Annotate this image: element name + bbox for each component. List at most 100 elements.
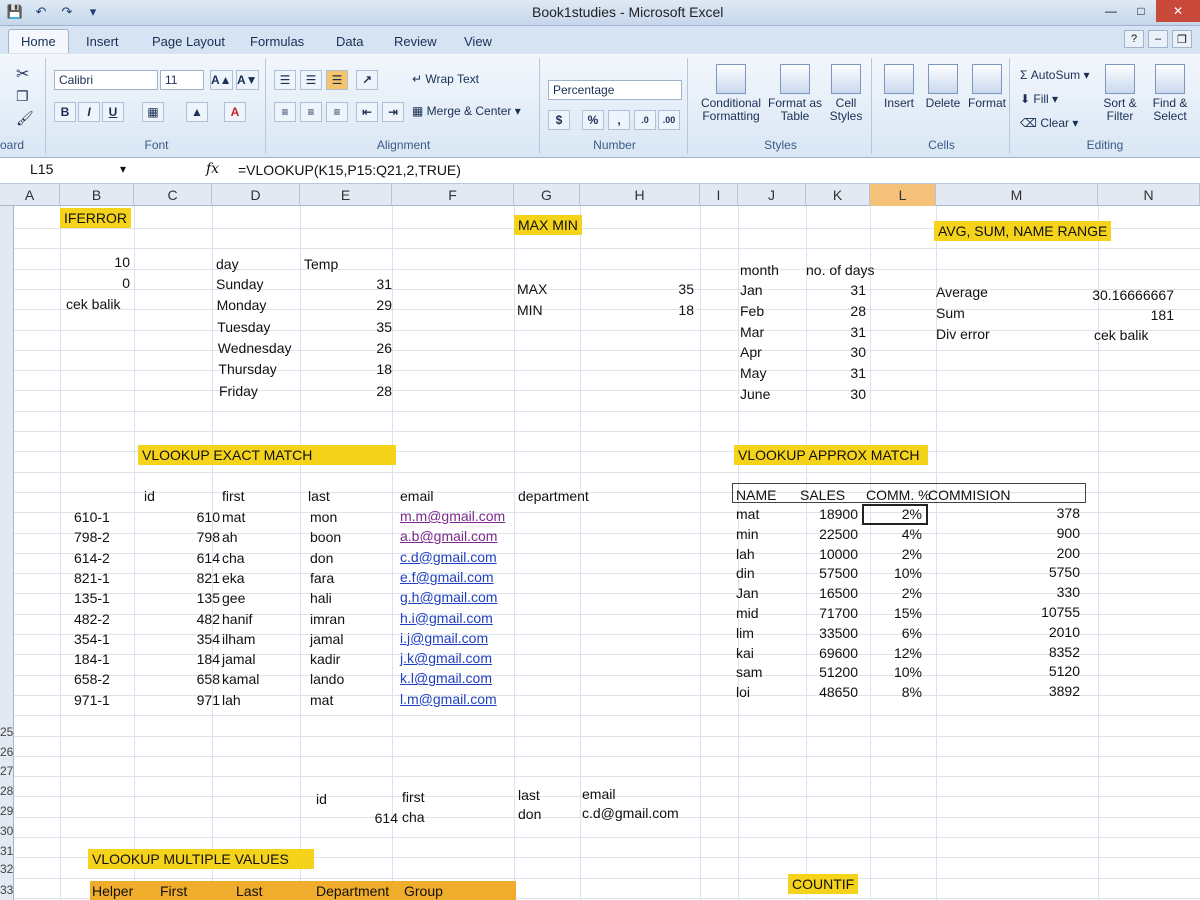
- approx-comm-cell[interactable]: 2%: [862, 545, 922, 563]
- approx-sales-cell[interactable]: 51200: [796, 663, 858, 681]
- exact-last-cell[interactable]: jamal: [310, 630, 343, 648]
- tab-insert[interactable]: Insert: [76, 32, 129, 51]
- font-name-select[interactable]: Calibri: [54, 70, 158, 90]
- column-header-i[interactable]: I: [700, 184, 738, 206]
- exact-key-cell[interactable]: 184-1: [74, 650, 110, 668]
- increase-indent-icon[interactable]: ⇥: [382, 102, 404, 122]
- month-name-cell[interactable]: Jan: [740, 281, 763, 299]
- exact-department-header[interactable]: department: [518, 487, 589, 505]
- sum-label[interactable]: Sum: [936, 304, 965, 322]
- close-icon[interactable]: ✕: [1156, 0, 1200, 22]
- exact-key-cell[interactable]: 482-2: [74, 610, 110, 628]
- iferror-value-2[interactable]: 0: [60, 274, 130, 292]
- approx-commision-cell[interactable]: 900: [980, 524, 1080, 542]
- month-name-cell[interactable]: Feb: [740, 302, 764, 320]
- row-header-32[interactable]: 32: [0, 862, 14, 876]
- row-header-28[interactable]: 28: [0, 784, 14, 798]
- approx-name-cell[interactable]: sam: [736, 663, 762, 681]
- exact-key-cell[interactable]: 821-1: [74, 569, 110, 587]
- approx-commision-cell[interactable]: 200: [980, 544, 1080, 562]
- approx-sales-cell[interactable]: 33500: [796, 624, 858, 642]
- result-id-header[interactable]: id: [316, 790, 327, 808]
- exact-email-link[interactable]: l.m@gmail.com: [400, 690, 497, 708]
- workbook-restore-icon[interactable]: ❐: [1172, 30, 1192, 48]
- max-value[interactable]: 35: [600, 280, 694, 298]
- align-bottom-icon[interactable]: ☰: [326, 70, 348, 90]
- multi-last-header[interactable]: Last: [236, 882, 262, 900]
- column-header-f[interactable]: F: [392, 184, 514, 206]
- multi-group-header[interactable]: Group: [404, 882, 443, 900]
- month-name-cell[interactable]: Apr: [740, 343, 762, 361]
- temp-day-cell[interactable]: Thursday: [218, 360, 276, 378]
- approx-name-cell[interactable]: din: [736, 564, 755, 582]
- font-size-select[interactable]: 11: [160, 70, 204, 90]
- exact-id-cell[interactable]: 821: [140, 569, 220, 587]
- redo-icon[interactable]: ↷: [58, 3, 76, 21]
- approx-comm-cell[interactable]: 8%: [862, 683, 922, 701]
- temp-day-cell[interactable]: Friday: [219, 382, 258, 400]
- exact-first-cell[interactable]: ilham: [222, 630, 255, 648]
- column-header-a[interactable]: A: [0, 184, 60, 206]
- iferror-value-1[interactable]: 10: [60, 253, 130, 271]
- percent-icon[interactable]: %: [582, 110, 604, 130]
- row-header-25[interactable]: 25: [0, 725, 14, 739]
- month-days-cell[interactable]: 30: [800, 343, 866, 361]
- formula-input[interactable]: =VLOOKUP(K15,P15:Q21,2,TRUE): [238, 162, 461, 178]
- tab-data[interactable]: Data: [326, 32, 373, 51]
- vlookup-exact-header[interactable]: VLOOKUP EXACT MATCH: [138, 445, 396, 465]
- result-email-value[interactable]: c.d@gmail.com: [582, 804, 679, 822]
- help-icon[interactable]: ?: [1124, 30, 1144, 48]
- temp-value-cell[interactable]: 26: [300, 339, 392, 357]
- temp-value-cell[interactable]: 18: [300, 360, 392, 378]
- average-label[interactable]: Average: [936, 283, 988, 301]
- iferror-value-3[interactable]: cek balik: [66, 295, 120, 313]
- exact-email-link[interactable]: k.l@gmail.com: [400, 669, 492, 687]
- exact-key-cell[interactable]: 354-1: [74, 630, 110, 648]
- decrease-decimal-icon[interactable]: .00: [658, 110, 680, 130]
- column-header-b[interactable]: B: [60, 184, 134, 206]
- vlookup-approx-header[interactable]: VLOOKUP APPROX MATCH: [734, 445, 928, 465]
- format-cells-button[interactable]: Format: [966, 64, 1008, 110]
- italic-button[interactable]: I: [78, 102, 100, 122]
- month-days-cell[interactable]: 28: [800, 302, 866, 320]
- active-cell-selection[interactable]: [862, 504, 928, 525]
- approx-name-cell[interactable]: mat: [736, 505, 759, 523]
- approx-name-cell[interactable]: kai: [736, 644, 754, 662]
- temp-value-cell[interactable]: 28: [300, 382, 392, 400]
- column-header-c[interactable]: C: [134, 184, 212, 206]
- comma-icon[interactable]: ,: [608, 110, 630, 130]
- exact-key-cell[interactable]: 658-2: [74, 670, 110, 688]
- exact-key-cell[interactable]: 610-1: [74, 508, 110, 526]
- approx-name-cell[interactable]: min: [736, 525, 759, 543]
- exact-first-cell[interactable]: lah: [222, 691, 241, 709]
- approx-commision-cell[interactable]: 330: [980, 583, 1080, 601]
- exact-id-cell[interactable]: 971: [140, 691, 220, 709]
- exact-key-cell[interactable]: 971-1: [74, 691, 110, 709]
- exact-email-link[interactable]: m.m@gmail.com: [400, 507, 505, 525]
- approx-commision-cell[interactable]: 2010: [980, 623, 1080, 641]
- month-name-cell[interactable]: May: [740, 364, 766, 382]
- approx-comm-cell[interactable]: 10%: [862, 663, 922, 681]
- approx-comm-cell[interactable]: 6%: [862, 624, 922, 642]
- exact-first-cell[interactable]: jamal: [222, 650, 255, 668]
- exact-id-cell[interactable]: 184: [140, 650, 220, 668]
- row-header-31[interactable]: 31: [0, 844, 14, 858]
- approx-sales-cell[interactable]: 69600: [796, 644, 858, 662]
- approx-name-cell[interactable]: Jan: [736, 584, 759, 602]
- approx-commision-cell[interactable]: 378: [980, 504, 1080, 522]
- exact-first-cell[interactable]: kamal: [222, 670, 259, 688]
- temp-day-cell[interactable]: Tuesday: [217, 318, 270, 336]
- approx-commision-cell[interactable]: 10755: [980, 603, 1080, 621]
- temp-day-cell[interactable]: Monday: [217, 296, 267, 314]
- approx-sales-cell[interactable]: 22500: [796, 525, 858, 543]
- exact-id-cell[interactable]: 798: [140, 528, 220, 546]
- month-name-cell[interactable]: Mar: [740, 323, 764, 341]
- exact-last-cell[interactable]: lando: [310, 670, 344, 688]
- approx-commision-header[interactable]: COMMISION: [928, 486, 1010, 504]
- result-last-value[interactable]: don: [518, 805, 541, 823]
- row-header-30[interactable]: 30: [0, 824, 14, 838]
- approx-name-cell[interactable]: lah: [736, 545, 755, 563]
- approx-sales-cell[interactable]: 71700: [796, 604, 858, 622]
- avgsum-header[interactable]: AVG, SUM, NAME RANGE: [934, 221, 1112, 241]
- approx-sales-cell[interactable]: 48650: [796, 683, 858, 701]
